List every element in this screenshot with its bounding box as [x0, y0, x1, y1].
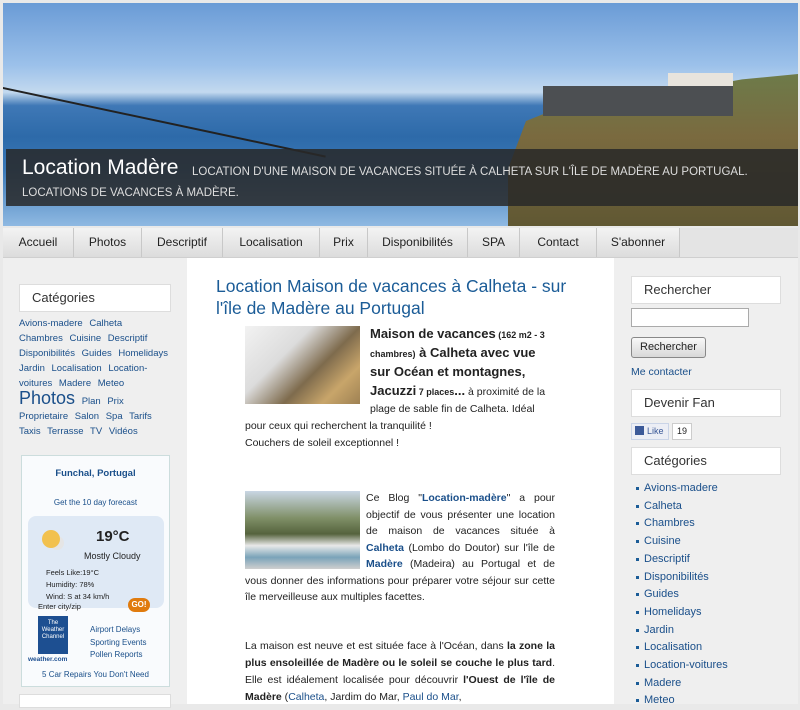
search-button[interactable]: Rechercher: [631, 337, 706, 358]
weather-channel-logo[interactable]: The Weather Channel: [38, 616, 68, 654]
tag-link[interactable]: Taxis: [19, 426, 41, 437]
categories-widget-title: Catégories: [19, 284, 171, 312]
tag-link[interactable]: Avions-madere: [19, 318, 83, 329]
right-categories-title: Catégories: [631, 447, 781, 475]
weather-com-link[interactable]: weather.com: [28, 656, 67, 663]
tag-link[interactable]: Vidéos: [109, 426, 138, 437]
tag-link[interactable]: Prix: [107, 396, 123, 407]
nav-item-spa[interactable]: SPA: [468, 228, 520, 257]
building-image: [543, 86, 733, 116]
right-sidebar: Rechercher Rechercher Me contacter Deven…: [614, 258, 798, 706]
tag-link[interactable]: Cuisine: [69, 333, 101, 344]
forecast-link[interactable]: Get the 10 day forecast: [54, 498, 137, 507]
nav-item-photos[interactable]: Photos: [74, 228, 142, 257]
blog-paragraph: Ce Blog "Location-madère" a pour objecti…: [245, 491, 555, 603]
header-banner: Location d'une maison de vacances située…: [3, 3, 798, 226]
nav-item-prix[interactable]: Prix: [320, 228, 368, 257]
temperature: 19°C: [96, 528, 130, 545]
category-item[interactable]: Chambres: [636, 515, 794, 533]
sporting-events-link[interactable]: Sporting Events: [90, 637, 146, 650]
title-bar: Location d'une maison de vacances située…: [6, 149, 798, 206]
weather-location-link[interactable]: Funchal, Portugal: [55, 468, 135, 479]
tag-link[interactable]: Plan: [82, 396, 101, 407]
category-item[interactable]: Descriptif: [636, 551, 794, 569]
facebook-like-button[interactable]: Like: [631, 423, 669, 440]
cloud-sun-icon: [42, 530, 60, 548]
airport-delays-link[interactable]: Airport Delays: [90, 624, 146, 637]
location-madere-link[interactable]: Location-madère: [422, 492, 507, 504]
tag-link[interactable]: TV: [90, 426, 102, 437]
tag-link[interactable]: Homelidays: [118, 348, 168, 359]
feels-like: Feels Like:19°C: [46, 568, 100, 577]
nav-item-disponibilites[interactable]: Disponibilités: [368, 228, 468, 257]
wire-decoration: [3, 87, 326, 158]
facebook-icon: [635, 426, 644, 435]
category-item[interactable]: Disponibilités: [636, 569, 794, 587]
nav-item-descriptif[interactable]: Descriptif: [142, 228, 223, 257]
main-content: Location Maison de vacances à Calheta - …: [187, 258, 614, 704]
main-nav: Accueil Photos Descriptif Localisation P…: [3, 228, 798, 258]
category-item[interactable]: Meteo: [636, 692, 794, 710]
house-paragraph: La maison est neuve et est située face à…: [245, 640, 555, 703]
tag-link[interactable]: Descriptif: [108, 333, 148, 344]
contact-link[interactable]: Me contacter: [631, 366, 692, 378]
category-item[interactable]: Avions-madere: [636, 480, 794, 498]
tag-link[interactable]: Tarifs: [129, 411, 152, 422]
tag-link[interactable]: Salon: [75, 411, 99, 422]
nav-item-localisation[interactable]: Localisation: [223, 228, 320, 257]
search-widget-title: Rechercher: [631, 276, 781, 304]
fan-widget-title: Devenir Fan: [631, 389, 781, 417]
tag-link[interactable]: Calheta: [89, 318, 122, 329]
category-item[interactable]: Jardin: [636, 622, 794, 640]
city-entry-label: Enter city/zip: [38, 602, 81, 611]
like-count: 19: [672, 423, 692, 440]
pollen-reports-link[interactable]: Pollen Reports: [90, 649, 146, 662]
calheta-link-2[interactable]: Calheta: [288, 691, 324, 703]
tag-link[interactable]: Guides: [82, 348, 112, 359]
tag-cloud: Avions-madere Calheta Chambres Cuisine D…: [19, 316, 174, 439]
left-sidebar: Catégories Avions-madere Calheta Chambre…: [3, 258, 187, 708]
tag-link[interactable]: Disponibilités: [19, 348, 75, 359]
humidity: Humidity: 78%: [46, 580, 95, 589]
category-item[interactable]: Calheta: [636, 498, 794, 516]
tag-link[interactable]: Chambres: [19, 333, 63, 344]
house-terrace-photo[interactable]: [245, 326, 360, 404]
intro-paragraph: Maison de vacances (162 m2 - 3 chambres)…: [245, 326, 546, 449]
category-item[interactable]: Location-voitures: [636, 657, 794, 675]
category-item[interactable]: Madere: [636, 675, 794, 693]
category-list: Avions-madere Calheta Chambres Cuisine D…: [636, 480, 794, 710]
category-item[interactable]: Guides: [636, 586, 794, 604]
calheta-link[interactable]: Calheta: [366, 542, 404, 554]
nav-item-contact[interactable]: Contact: [520, 228, 597, 257]
jacuzzi-photo[interactable]: [245, 491, 360, 569]
post-title[interactable]: Location Maison de vacances à Calheta - …: [216, 275, 596, 319]
go-button[interactable]: GO!: [128, 598, 150, 612]
category-item[interactable]: Cuisine: [636, 533, 794, 551]
search-input[interactable]: [631, 308, 749, 327]
nav-item-sabonner[interactable]: S'abonner: [597, 228, 680, 257]
category-item[interactable]: Localisation: [636, 639, 794, 657]
category-item[interactable]: Homelidays: [636, 604, 794, 622]
tag-link[interactable]: Photos: [19, 388, 75, 408]
weather-panel: 19°C Mostly Cloudy Feels Like:19°C Humid…: [28, 516, 164, 608]
tag-link[interactable]: Jardin: [19, 363, 45, 374]
tag-link[interactable]: Proprietaire: [19, 411, 68, 422]
paul-do-mar-link[interactable]: Paul do Mar: [403, 691, 459, 703]
weather-condition: Mostly Cloudy: [84, 551, 141, 561]
site-title[interactable]: Location Madère: [22, 156, 178, 180]
tag-link[interactable]: Meteo: [98, 378, 124, 389]
nav-item-accueil[interactable]: Accueil: [3, 228, 74, 257]
tag-link[interactable]: Terrasse: [47, 426, 83, 437]
tag-link[interactable]: Localisation: [52, 363, 102, 374]
weather-widget: Funchal, Portugal Get the 10 day forecas…: [21, 455, 170, 687]
next-widget-title: [19, 694, 171, 708]
madere-link[interactable]: Madère: [366, 558, 403, 570]
tag-link[interactable]: Spa: [106, 411, 123, 422]
ad-link[interactable]: 5 Car Repairs You Don't Need: [42, 670, 149, 679]
